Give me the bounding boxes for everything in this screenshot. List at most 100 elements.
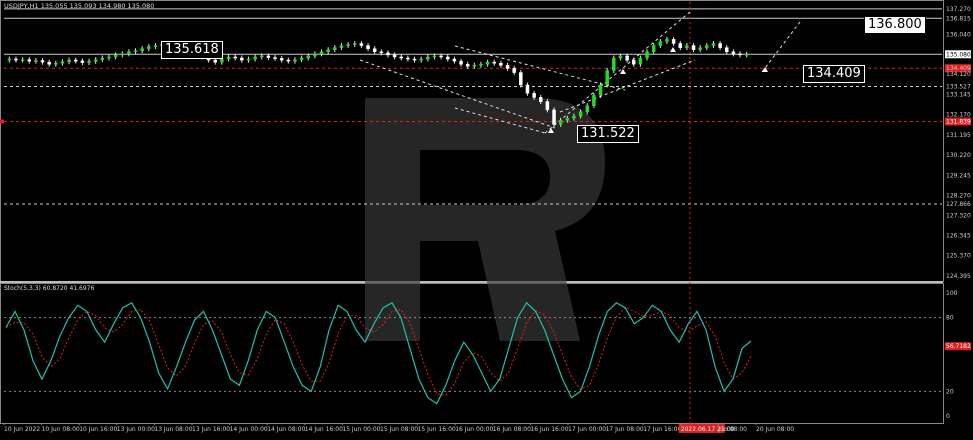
candle-body [47, 61, 51, 65]
stoch-axis-label: 80 [946, 315, 954, 322]
price-axis-label: 135.080 [946, 51, 971, 58]
price-axis-label: 133.145 [946, 91, 971, 98]
price-axis-label: 125.370 [946, 253, 971, 260]
time-axis-label: 16 Jun 08:00 [493, 426, 531, 433]
candle-body [213, 59, 217, 63]
candle-body [313, 53, 317, 57]
candle-body [399, 56, 403, 59]
candle-body [240, 57, 244, 61]
candle-body [107, 56, 111, 59]
time-axis-label: 10 Jun 2022 [4, 426, 40, 433]
price-axis-label: 129.245 [946, 172, 971, 179]
candle-body [705, 45, 709, 48]
arrow-marker [670, 47, 676, 52]
candle-body [353, 43, 357, 45]
candle-body [432, 55, 437, 58]
stoch-axis-label: 56.7182 [946, 343, 971, 350]
candle-body [20, 59, 25, 61]
price-axis-label: 131.839 [946, 119, 971, 126]
time-axis-label: 16 Jun 00:00 [455, 426, 493, 433]
candle-body [74, 59, 78, 62]
candle-body [625, 55, 629, 61]
candle-body [147, 46, 151, 49]
candle-body [665, 39, 669, 42]
time-axis-label: 17 Jun 08:00 [606, 426, 644, 433]
candle-body [306, 55, 310, 59]
candle-body [140, 48, 144, 52]
candle-body [326, 49, 330, 53]
candle-body [499, 62, 503, 66]
callout-low: 131.522 [577, 125, 639, 143]
candle-body [34, 60, 38, 62]
candle-body [638, 57, 643, 65]
candle-body [698, 47, 702, 50]
candle-body [598, 84, 603, 96]
time-axis-label: 15 Jun 00:00 [342, 426, 380, 433]
candle-body [525, 84, 530, 94]
candle-body [651, 45, 656, 53]
candle-body [379, 51, 384, 54]
callout-high: 135.618 [161, 41, 223, 59]
candle-body [93, 59, 98, 62]
candle-body [685, 45, 689, 48]
candle-body [505, 65, 510, 69]
candle-body [87, 61, 91, 63]
candle-body [279, 58, 284, 61]
candle-body [80, 60, 85, 63]
candle-body [419, 58, 423, 61]
stoch-axis-label: 0 [946, 413, 950, 420]
candle-body [645, 51, 649, 59]
candle-body [54, 62, 58, 65]
time-axis-label: 15 Jun 08:00 [380, 426, 418, 433]
candle-body [605, 70, 609, 86]
time-axis-label: 10 Jun 08:00 [42, 426, 80, 433]
candle-body [120, 53, 124, 56]
candle-body [14, 58, 18, 61]
price-axis-label: 128.270 [946, 193, 971, 200]
candle-body [372, 48, 377, 53]
price-axis-label: 130.220 [946, 152, 971, 159]
stoch-axis-label: 100 [946, 290, 958, 297]
candle-body [406, 57, 410, 60]
time-axis-label: Jun 08:00 [717, 426, 747, 433]
time-axis-label: 13 Jun 16:00 [192, 426, 230, 433]
candle-body [472, 65, 477, 67]
candle-body [27, 59, 31, 62]
time-axis-label: 14 Jun 16:00 [305, 426, 343, 433]
candle-body [492, 61, 496, 64]
candle-body [40, 60, 45, 63]
price-axis-label: 127.320 [946, 212, 971, 219]
candle-body [392, 54, 397, 58]
candle-body [127, 51, 131, 55]
candle-body [366, 45, 370, 49]
candle-body [658, 41, 663, 46]
candle-body [153, 45, 158, 47]
price-axis-label: 136.040 [946, 31, 971, 38]
candle-body [558, 120, 563, 125]
candle-body [565, 117, 570, 121]
candle-body [133, 50, 138, 53]
candle-body [465, 63, 470, 67]
time-axis-label: 15 Jun 16:00 [418, 426, 456, 433]
price-marker-left [0, 119, 4, 124]
candle-body [711, 43, 716, 46]
candle-body [7, 58, 12, 61]
candle-body [286, 59, 291, 62]
candle-body [299, 57, 304, 60]
price-axis-label: 137.270 [946, 6, 971, 13]
price-axis-label: 131.195 [946, 132, 971, 139]
candle-body [359, 43, 364, 46]
trend-channel-line [761, 21, 801, 73]
candle-body [718, 43, 722, 48]
price-axis-label: 126.345 [946, 232, 971, 239]
candle-body [552, 109, 556, 125]
price-axis-label: 136.815 [946, 15, 971, 22]
candle-body [612, 57, 616, 71]
candle-body [266, 55, 271, 58]
callout-target-top: 136.800 [864, 16, 926, 34]
time-axis-label: 20 Jun 08:00 [756, 426, 794, 433]
candle-body [333, 47, 337, 50]
candle-body [744, 54, 749, 56]
candle-body [293, 59, 297, 62]
candle-body [678, 43, 682, 48]
